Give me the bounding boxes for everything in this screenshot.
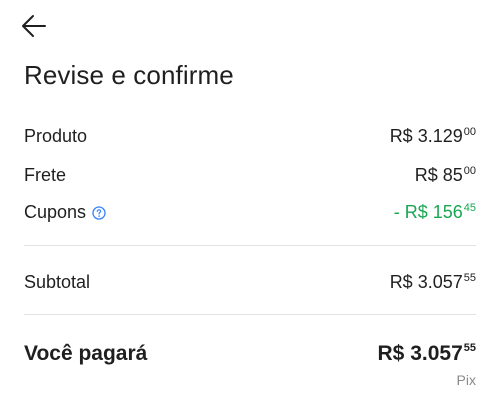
total-amount-cents: 55 bbox=[463, 342, 476, 354]
review-confirm-screen: Revise e confirme Produto R$ 3.12900 Fre… bbox=[0, 0, 500, 417]
frete-amount-cents: 00 bbox=[463, 165, 476, 177]
subtotal-row: Subtotal R$ 3.05755 bbox=[24, 272, 476, 293]
frete-label: Frete bbox=[24, 165, 67, 185]
divider bbox=[24, 245, 476, 246]
subtotal-amount-main: R$ 3.057 bbox=[389, 272, 463, 292]
frete-amount: R$ 8500 bbox=[415, 165, 476, 186]
total-label: Você pagará bbox=[24, 342, 148, 365]
payment-method: Pix bbox=[456, 372, 476, 388]
total-row: Você pagará R$ 3.05755 bbox=[24, 342, 476, 366]
produto-amount: R$ 3.12900 bbox=[390, 126, 476, 147]
subtotal-amount: R$ 3.05755 bbox=[390, 272, 476, 293]
divider bbox=[24, 314, 476, 315]
cupons-amount: - R$ 15645 bbox=[394, 202, 476, 223]
question-circle-icon[interactable] bbox=[92, 205, 106, 220]
total-amount-main: R$ 3.057 bbox=[377, 342, 463, 365]
cupons-amount-main: - R$ 156 bbox=[393, 202, 463, 222]
produto-row: Produto R$ 3.12900 bbox=[24, 126, 476, 147]
page-title: Revise e confirme bbox=[24, 60, 234, 90]
frete-row: Frete R$ 8500 bbox=[24, 165, 476, 186]
frete-amount-main: R$ 85 bbox=[414, 165, 463, 185]
cupons-label-group: Cupons bbox=[24, 202, 106, 223]
total-amount: R$ 3.05755 bbox=[378, 342, 476, 366]
subtotal-label: Subtotal bbox=[24, 272, 91, 292]
cupons-label: Cupons bbox=[24, 202, 87, 222]
subtotal-amount-cents: 55 bbox=[463, 272, 476, 284]
arrow-left-icon bbox=[22, 15, 46, 37]
produto-label: Produto bbox=[24, 126, 88, 146]
produto-amount-cents: 00 bbox=[463, 126, 476, 138]
cupons-amount-cents: 45 bbox=[463, 202, 476, 214]
cupons-row: Cupons - R$ 15645 bbox=[24, 202, 476, 223]
produto-amount-main: R$ 3.129 bbox=[389, 126, 463, 146]
back-button[interactable] bbox=[18, 10, 50, 42]
